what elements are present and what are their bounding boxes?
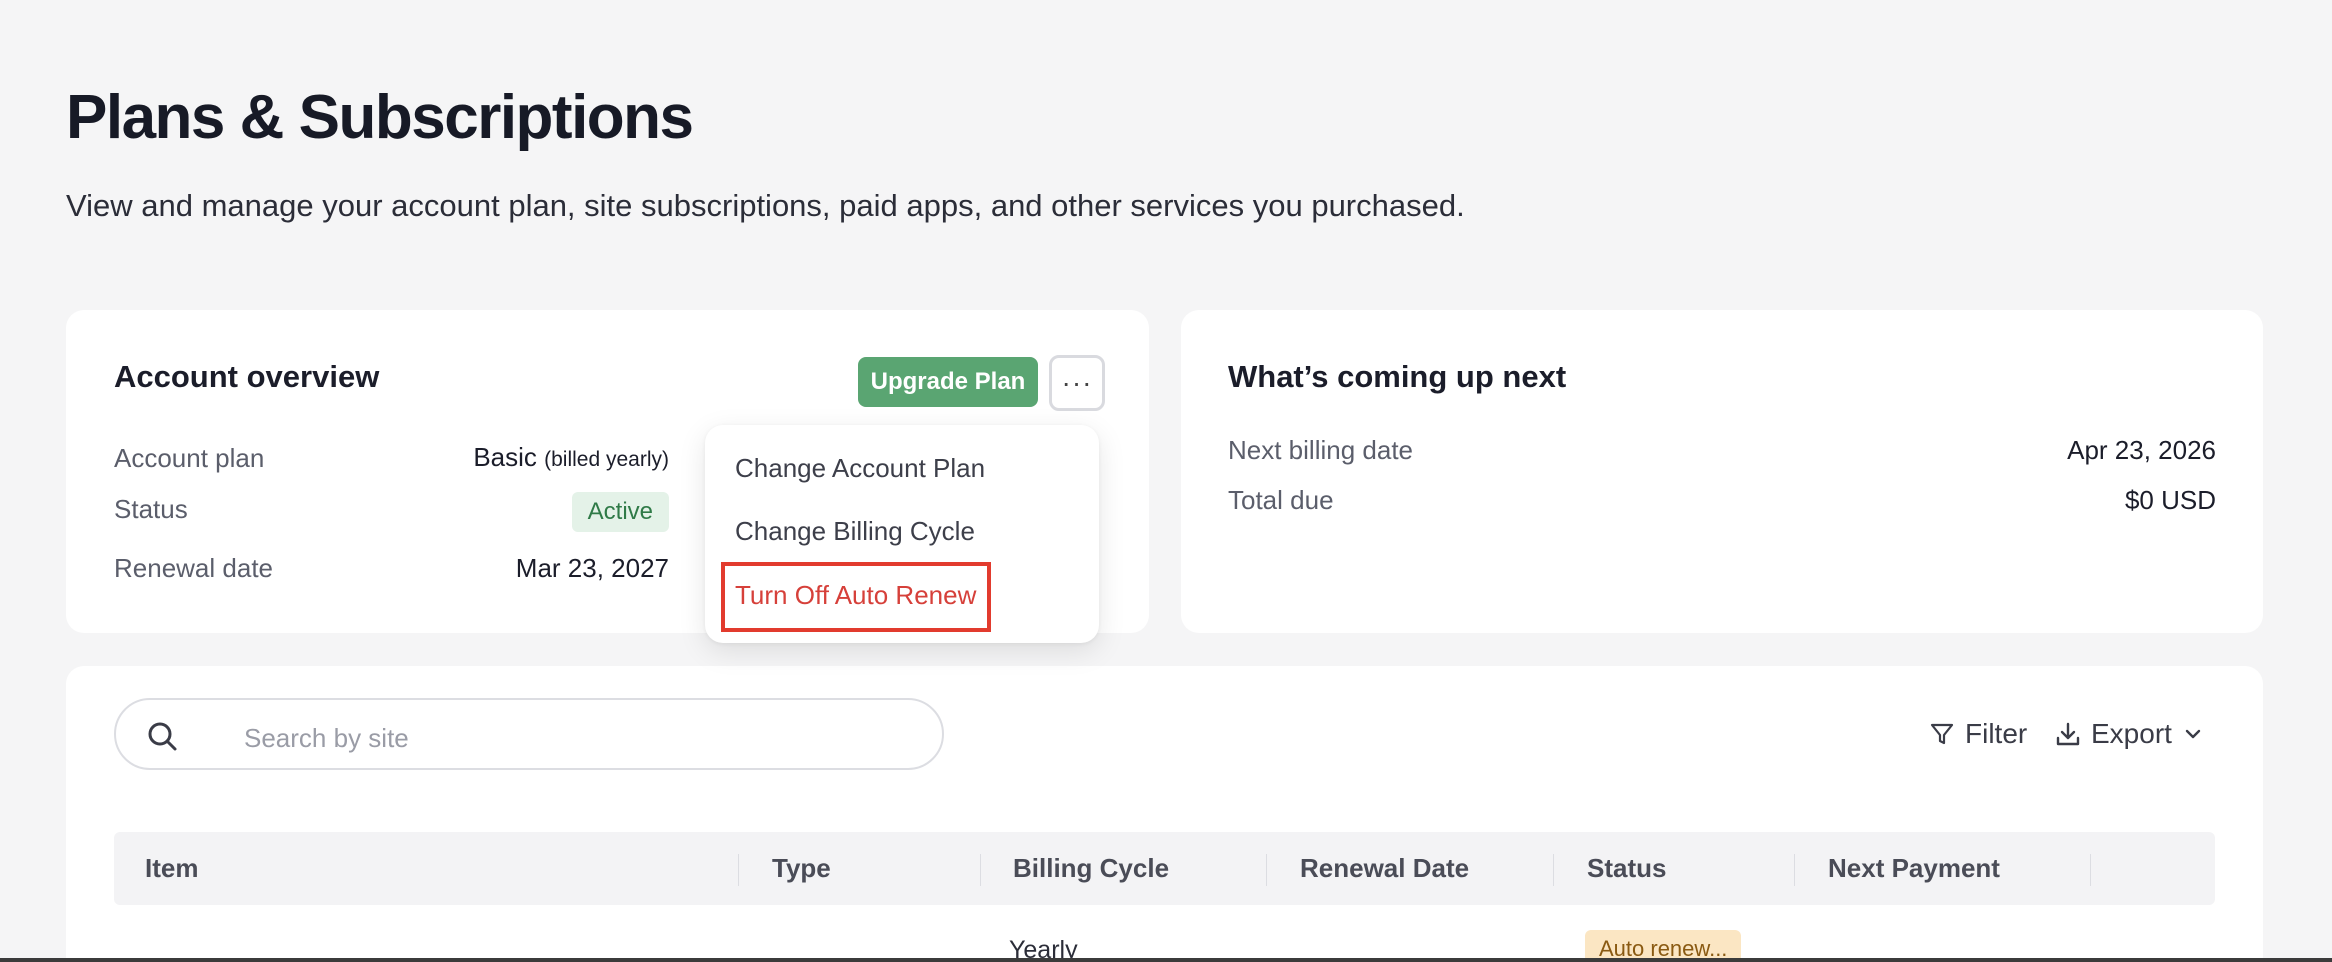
upcoming-card: What’s coming up next Next billing date … <box>1181 310 2263 633</box>
account-plan-value: Basic (billed yearly) <box>473 442 669 473</box>
status-label: Status <box>114 494 188 524</box>
export-button[interactable]: Export <box>2055 718 2204 750</box>
chevron-down-icon <box>2185 729 2201 739</box>
account-options-menu: Change Account Plan Change Billing Cycle… <box>705 425 1099 643</box>
plan-billing-note: (billed yearly) <box>544 448 669 471</box>
column-divider <box>738 854 739 886</box>
menu-item-change-account-plan[interactable]: Change Account Plan <box>735 453 985 484</box>
total-due-label: Total due <box>1228 485 1334 515</box>
filter-icon <box>1930 723 1954 745</box>
account-overview-title: Account overview <box>114 359 380 394</box>
export-label: Export <box>2091 718 2172 749</box>
next-billing-value: Apr 23, 2026 <box>2067 435 2216 465</box>
column-header-type[interactable]: Type <box>772 853 831 884</box>
renewal-date-label: Renewal date <box>114 553 273 583</box>
column-divider <box>1266 854 1267 886</box>
column-header-billing-cycle[interactable]: Billing Cycle <box>1013 853 1169 884</box>
search-icon <box>148 722 177 751</box>
download-icon <box>2056 722 2080 746</box>
filter-button[interactable]: Filter <box>1929 718 2027 750</box>
next-billing-label: Next billing date <box>1228 435 1413 465</box>
total-due-value: $0 USD <box>2124 485 2216 515</box>
column-header-renewal-date[interactable]: Renewal Date <box>1300 853 1469 884</box>
menu-item-change-billing-cycle[interactable]: Change Billing Cycle <box>735 516 975 547</box>
column-divider <box>1553 854 1554 886</box>
account-plan-label: Account plan <box>114 443 265 473</box>
highlight-box <box>721 562 991 632</box>
more-horizontal-icon: ··· <box>1061 367 1093 398</box>
column-header-status[interactable]: Status <box>1587 853 1666 884</box>
upgrade-plan-button[interactable]: Upgrade Plan <box>858 357 1038 407</box>
column-divider <box>1794 854 1795 886</box>
page-subtitle: View and manage your account plan, site … <box>66 188 1465 223</box>
status-badge: Active <box>571 492 669 532</box>
search-input[interactable]: Search by site <box>114 698 944 770</box>
upcoming-title: What’s coming up next <box>1228 359 1567 394</box>
plan-name: Basic <box>473 442 537 472</box>
renewal-date-value: Mar 23, 2027 <box>515 553 669 583</box>
filter-label: Filter <box>1965 718 2028 749</box>
column-divider <box>980 854 981 886</box>
search-placeholder: Search by site <box>244 723 409 753</box>
page-title: Plans & Subscriptions <box>66 83 694 152</box>
column-divider <box>2090 854 2091 886</box>
table-header: Item Type Billing Cycle Renewal Date Sta… <box>114 832 2215 905</box>
window-bottom-edge <box>0 958 2332 962</box>
subscriptions-card: Search by site Filter Export Item Type B… <box>66 666 2263 962</box>
column-header-next-payment[interactable]: Next Payment <box>1828 853 2000 884</box>
more-options-button[interactable]: ··· <box>1049 355 1105 411</box>
column-header-item[interactable]: Item <box>145 853 198 884</box>
